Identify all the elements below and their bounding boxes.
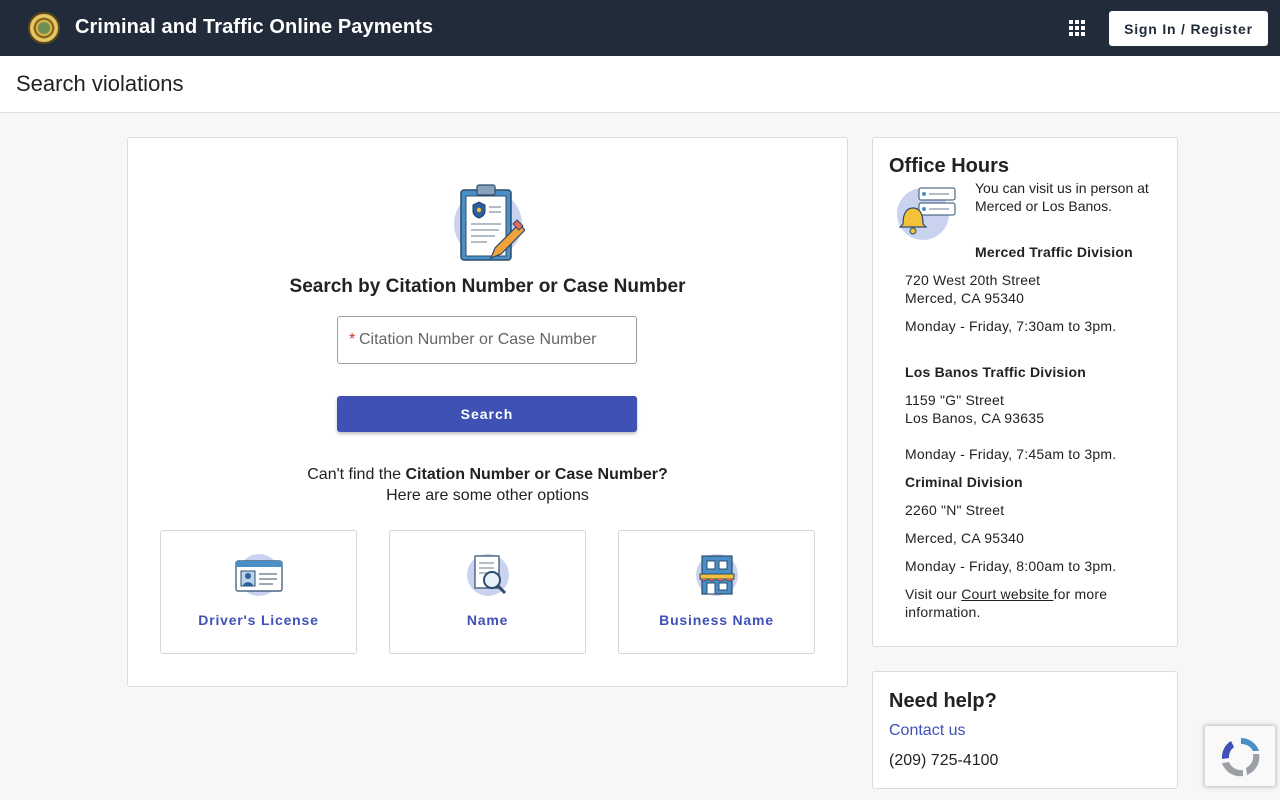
contact-us-link[interactable]: Contact us [889,722,965,740]
option-label: Business Name [659,612,774,628]
losbanos-division-name: Los Banos Traffic Division [905,364,1087,380]
document-magnifier-icon [467,554,509,596]
merced-address-line2: Merced, CA 95340 [905,290,1025,306]
required-marker: * [349,331,356,348]
merced-division-name: Merced Traffic Division [975,244,1133,260]
clipboard-badge-icon [454,184,525,261]
option-label: Name [466,612,509,628]
recaptcha-badge[interactable] [1204,725,1276,787]
office-hours-card: Office Hours You can visit us in person … [872,137,1178,647]
other-options-text: Can't find the Citation Number or Case N… [128,464,847,506]
office-hours-intro: You can visit us in person at Merced or … [975,180,1149,214]
criminal-hours: Monday - Friday, 8:00am to 3pm. [905,558,1117,574]
other-options-label: Here are some other options [386,487,589,504]
county-seal-icon [28,12,60,44]
visit-court-text: Visit our Court website for more [905,585,1107,603]
losbanos-hours: Monday - Friday, 7:45am to 3pm. [905,446,1117,462]
page-header: Search violations [0,56,1280,113]
id-card-icon [235,554,283,596]
app-title: Criminal and Traffic Online Payments [75,16,434,38]
search-button[interactable]: Search [337,396,637,432]
losbanos-address-line1: 1159 "G" Street [905,392,1005,408]
cant-find-bold: Citation Number or Case Number? [405,466,668,483]
option-business-name[interactable]: Business Name [618,530,815,654]
criminal-address-line1: 2260 "N" Street [905,502,1005,518]
visit-court-text-line2: information. [905,604,981,620]
storefront-icon [696,554,738,596]
merced-hours: Monday - Friday, 7:30am to 3pm. [905,318,1117,334]
citation-input-field: * [337,316,637,364]
need-help-card: Need help? Contact us (209) 725-4100 [872,671,1178,789]
search-heading: Search by Citation Number or Case Number [289,276,686,297]
criminal-division-name: Criminal Division [905,474,1023,490]
criminal-address-line2: Merced, CA 95340 [905,530,1025,546]
need-help-title: Need help? [889,690,997,712]
page-title: Search violations [16,71,184,96]
sign-in-register-button[interactable]: Sign In / Register [1109,11,1268,46]
bell-notification-icon [897,187,956,240]
visit-prefix: Visit our [905,586,962,602]
phone-number: (209) 725-4100 [889,752,999,769]
option-name[interactable]: Name [389,530,586,654]
losbanos-address-line2: Los Banos, CA 93635 [905,410,1045,426]
court-website-link[interactable]: Court website [961,586,1053,602]
apps-grid-icon[interactable] [1069,20,1085,36]
top-app-bar: Criminal and Traffic Online Payments Sig… [0,0,1280,56]
citation-number-input[interactable] [359,317,629,363]
merced-address-line1: 720 West 20th Street [905,272,1041,288]
option-label: Driver's License [198,612,319,628]
search-card: Search by Citation Number or Case Number… [127,137,848,687]
recaptcha-icon [1221,738,1260,777]
visit-suffix: for more [1053,586,1108,602]
option-drivers-license[interactable]: Driver's License [160,530,357,654]
office-hours-title: Office Hours [889,155,1010,177]
cant-find-prefix: Can't find the [307,466,406,483]
